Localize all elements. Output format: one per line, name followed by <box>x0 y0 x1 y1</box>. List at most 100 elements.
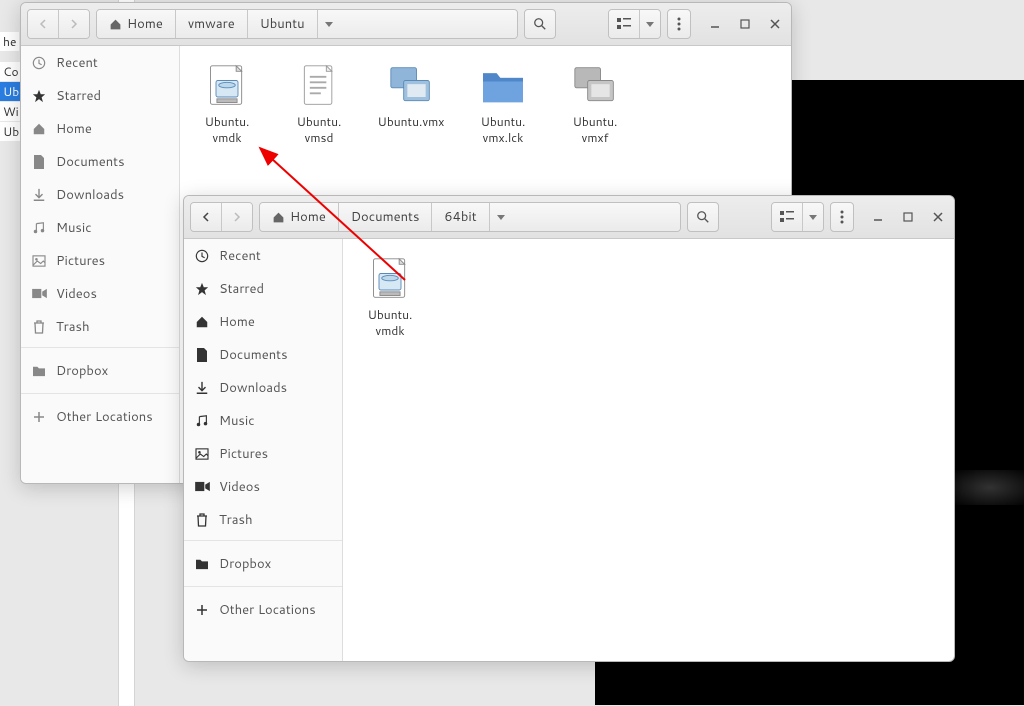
sidebar-item-starred[interactable]: Starred <box>184 272 342 305</box>
path-segment[interactable]: 64bit <box>432 203 489 231</box>
sidebar-item-pictures[interactable]: Pictures <box>184 437 342 470</box>
sidebar-item-videos[interactable]: Videos <box>184 470 342 503</box>
sidebar-item-documents[interactable]: Documents <box>21 145 179 178</box>
path-bar: Home Documents 64bit <box>259 202 681 232</box>
search-button[interactable] <box>524 9 556 39</box>
picture-icon <box>31 255 47 267</box>
sidebar-item-dropbox[interactable]: Dropbox <box>21 347 179 389</box>
plus-icon <box>194 604 210 616</box>
sidebar-item-other-locations[interactable]: Other Locations <box>184 586 342 628</box>
titlebar: Home vmware Ubuntu <box>21 3 791 46</box>
path-bar: Home vmware Ubuntu <box>96 9 518 39</box>
sidebar-item-label: Downloads <box>219 379 287 397</box>
file-ubuntu-vmdk[interactable]: Ubuntu.vmdk <box>190 62 264 145</box>
video-icon <box>194 481 210 492</box>
file-label: Ubuntu.vmdk <box>205 114 250 145</box>
sidebar-item-dropbox[interactable]: Dropbox <box>184 540 342 582</box>
maximize-button[interactable] <box>735 14 755 34</box>
nav-buttons <box>190 202 253 232</box>
sidebar-item-home[interactable]: Home <box>21 112 179 145</box>
minimize-button[interactable] <box>868 207 888 227</box>
path-label: Home <box>127 15 163 33</box>
file-ubuntu-vmx-lck[interactable]: Ubuntu.vmx.lck <box>466 62 540 145</box>
trash-icon <box>194 513 210 527</box>
path-label: Ubuntu <box>260 15 305 33</box>
doc-icon <box>31 155 47 169</box>
sidebar-item-label: Other Locations <box>219 601 316 619</box>
trash-icon <box>31 320 47 334</box>
clock-icon <box>194 249 210 263</box>
sidebar-item-label: Starred <box>219 280 264 298</box>
sidebar-item-label: Recent <box>219 247 261 265</box>
sidebar-item-music[interactable]: Music <box>184 404 342 437</box>
sidebar-item-documents[interactable]: Documents <box>184 338 342 371</box>
sidebar-item-trash[interactable]: Trash <box>21 310 179 343</box>
sidebar-item-label: Other Locations <box>56 408 153 426</box>
doc-icon <box>194 348 210 362</box>
picture-icon <box>194 448 210 460</box>
bg-item[interactable]: Co <box>0 62 22 81</box>
path-home[interactable]: Home <box>97 10 176 38</box>
bg-item[interactable]: he <box>0 32 19 51</box>
sidebar-item-home[interactable]: Home <box>184 305 342 338</box>
view-icons-button[interactable] <box>609 10 639 38</box>
path-dropdown[interactable] <box>490 203 512 231</box>
window-controls <box>868 207 948 227</box>
forward-button[interactable] <box>221 203 252 231</box>
sidebar-item-downloads[interactable]: Downloads <box>184 371 342 404</box>
path-dropdown[interactable] <box>318 10 340 38</box>
path-label: vmware <box>188 15 235 33</box>
path-label: 64bit <box>444 208 476 226</box>
path-segment[interactable]: Documents <box>339 203 433 231</box>
file-ubuntu-vmsd[interactable]: Ubuntu.vmsd <box>282 62 356 145</box>
sidebar-item-trash[interactable]: Trash <box>184 503 342 536</box>
path-segment[interactable]: Ubuntu <box>248 10 318 38</box>
sidebar-item-videos[interactable]: Videos <box>21 277 179 310</box>
sidebar-item-other-locations[interactable]: Other Locations <box>21 393 179 435</box>
sidebar-item-label: Dropbox <box>56 362 108 380</box>
sidebar-item-label: Trash <box>219 511 253 529</box>
file-icon <box>295 62 343 110</box>
close-button[interactable] <box>928 207 948 227</box>
sidebar-item-downloads[interactable]: Downloads <box>21 178 179 211</box>
sidebar-item-recent[interactable]: Recent <box>21 46 179 79</box>
home-icon <box>194 315 210 329</box>
music-icon <box>194 414 210 428</box>
sidebar-item-music[interactable]: Music <box>21 211 179 244</box>
file-ubuntu-vmdk[interactable]: Ubuntu.vmdk <box>353 255 427 338</box>
view-icons-button[interactable] <box>772 203 802 231</box>
maximize-button[interactable] <box>898 207 918 227</box>
file-ubuntu-vmxf[interactable]: Ubuntu.vmxf <box>558 62 632 145</box>
download-icon <box>194 381 210 395</box>
sidebar-item-pictures[interactable]: Pictures <box>21 244 179 277</box>
sidebar-item-label: Dropbox <box>219 555 271 573</box>
bg-item[interactable]: Wi <box>0 102 22 121</box>
back-button[interactable] <box>191 203 221 231</box>
sidebar: Recent Starred Home Documents Downloads Music… <box>184 239 343 661</box>
view-dropdown[interactable] <box>802 203 823 231</box>
file-label: Ubuntu.vmxf <box>573 114 618 145</box>
view-dropdown[interactable] <box>639 10 660 38</box>
path-home[interactable]: Home <box>260 203 339 231</box>
music-icon <box>31 221 47 235</box>
hamburger-button[interactable] <box>830 202 854 232</box>
file-ubuntu-vmx[interactable]: Ubuntu.vmx <box>374 62 448 145</box>
file-icon <box>203 62 251 110</box>
search-button[interactable] <box>687 202 719 232</box>
hamburger-button[interactable] <box>667 9 691 39</box>
star-icon <box>194 282 210 296</box>
sidebar-item-label: Home <box>219 313 255 331</box>
sidebar-item-label: Trash <box>56 318 90 336</box>
sidebar-item-label: Documents <box>219 346 288 364</box>
sidebar-item-label: Documents <box>56 153 125 171</box>
forward-button[interactable] <box>58 10 89 38</box>
minimize-button[interactable] <box>705 14 725 34</box>
sidebar-item-recent[interactable]: Recent <box>184 239 342 272</box>
back-button[interactable] <box>28 10 58 38</box>
home-icon <box>31 122 47 136</box>
path-segment[interactable]: vmware <box>176 10 248 38</box>
close-button[interactable] <box>765 14 785 34</box>
sidebar-item-starred[interactable]: Starred <box>21 79 179 112</box>
sidebar-item-label: Pictures <box>219 445 268 463</box>
file-area[interactable]: Ubuntu.vmdk <box>343 239 954 661</box>
